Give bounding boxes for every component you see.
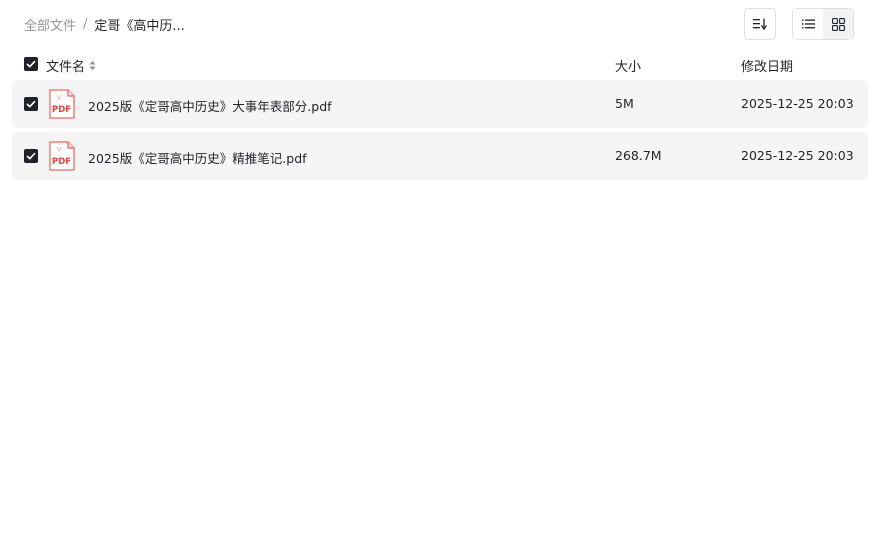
table-row[interactable]: PDF 2025版《定哥高中历史》精推笔记.pdf 268.7M 2025-12… xyxy=(12,132,868,180)
column-header-name[interactable]: 文件名 xyxy=(46,56,96,75)
breadcrumb-current-folder: 定哥《高中历... xyxy=(94,18,185,34)
row-checkbox[interactable] xyxy=(24,149,38,163)
sort-descending-icon xyxy=(753,18,767,30)
breadcrumb-separator: / xyxy=(83,16,88,32)
sort-button[interactable] xyxy=(744,8,776,40)
checkmark-icon xyxy=(26,100,36,108)
pdf-file-icon: PDF xyxy=(49,89,75,119)
breadcrumb-root-link[interactable]: 全部文件 xyxy=(24,15,76,34)
row-checkbox[interactable] xyxy=(24,97,38,111)
view-toggle xyxy=(792,8,854,40)
list-view-icon xyxy=(801,19,815,29)
file-size: 268.7M xyxy=(615,148,662,163)
column-header-date[interactable]: 修改日期 xyxy=(741,56,793,75)
table-row[interactable]: PDF 2025版《定哥高中历史》大事年表部分.pdf 5M 2025-12-2… xyxy=(12,80,868,128)
select-all-checkbox[interactable] xyxy=(24,57,38,71)
file-size: 5M xyxy=(615,96,634,111)
checkmark-icon xyxy=(26,60,36,68)
file-name: 2025版《定哥高中历史》大事年表部分.pdf xyxy=(88,99,332,114)
file-name: 2025版《定哥高中历史》精推笔记.pdf xyxy=(88,151,307,166)
file-modified-date: 2025-12-25 20:03 xyxy=(741,96,854,111)
sort-caret-icon xyxy=(89,60,96,71)
list-view-button[interactable] xyxy=(793,9,823,39)
breadcrumb: 全部文件 / 定哥《高中历... xyxy=(24,14,185,34)
column-header-size[interactable]: 大小 xyxy=(615,56,641,75)
svg-text:PDF: PDF xyxy=(52,105,71,115)
svg-text:PDF: PDF xyxy=(52,157,71,167)
file-modified-date: 2025-12-25 20:03 xyxy=(741,148,854,163)
top-bar: 全部文件 / 定哥《高中历... xyxy=(0,0,878,48)
grid-view-icon xyxy=(831,17,845,31)
grid-view-button[interactable] xyxy=(823,9,853,39)
pdf-file-icon: PDF xyxy=(49,141,75,171)
table-header: 文件名 大小 修改日期 xyxy=(12,50,868,78)
file-browser: 全部文件 / 定哥《高中历... 文件名 大小 修改日期 PDF 2025版《定… xyxy=(0,0,878,550)
checkmark-icon xyxy=(26,152,36,160)
column-header-name-label: 文件名 xyxy=(46,60,86,75)
